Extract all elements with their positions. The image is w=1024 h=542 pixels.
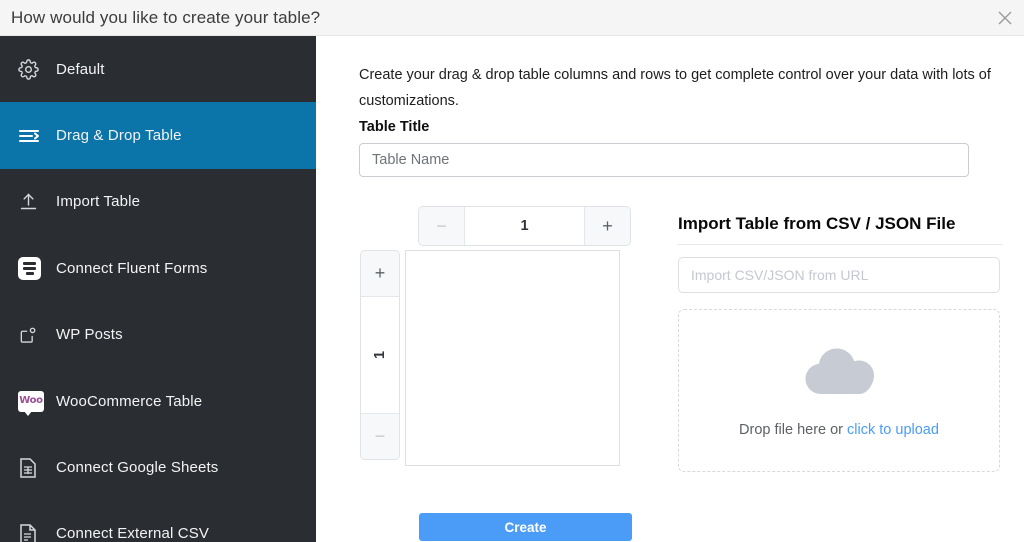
- sidebar-item-wp-posts[interactable]: WP Posts: [0, 302, 316, 368]
- sidebar-item-label: Connect Fluent Forms: [56, 259, 208, 277]
- sidebar-item-label: Drag & Drop Table: [56, 127, 182, 145]
- gear-icon: [18, 56, 48, 82]
- row-increment-button[interactable]: +: [361, 251, 399, 297]
- external-csv-icon: [18, 521, 48, 542]
- close-icon: [998, 11, 1012, 25]
- row-count-text: 1: [371, 350, 388, 360]
- table-title-input[interactable]: [359, 143, 969, 177]
- drag-drop-icon: [18, 123, 48, 149]
- sidebar-item-label: WP Posts: [56, 326, 123, 344]
- column-decrement-button[interactable]: −: [419, 207, 465, 245]
- sidebar-item-connect-external-csv[interactable]: Connect External CSV: [0, 501, 316, 542]
- woocommerce-icon: Woo: [18, 388, 48, 416]
- table-title-label: Table Title: [359, 119, 430, 135]
- woo-badge-text: Woo: [19, 395, 43, 407]
- close-button[interactable]: [991, 4, 1019, 32]
- sidebar-item-connect-google-sheets[interactable]: Connect Google Sheets: [0, 434, 316, 500]
- wp-posts-icon: [18, 322, 48, 348]
- sidebar-item-import-table[interactable]: Import Table: [0, 169, 316, 235]
- table-grid-preview[interactable]: [405, 250, 620, 466]
- sidebar: Default Drag & Drop Table Import Table C…: [0, 36, 316, 542]
- sidebar-item-drag-drop-table[interactable]: Drag & Drop Table: [0, 102, 316, 169]
- sidebar-item-label: Connect Google Sheets: [56, 459, 219, 477]
- main-content: Create your drag & drop table columns an…: [316, 36, 1024, 542]
- column-count-value: 1: [465, 207, 584, 245]
- fluent-forms-icon: [18, 255, 48, 281]
- cloud-upload-icon: [803, 344, 875, 405]
- google-sheets-icon: [18, 455, 48, 481]
- import-panel: Import Table from CSV / JSON File Drop f…: [678, 214, 1002, 472]
- row-count-value: 1: [361, 297, 399, 413]
- modal-header: How would you like to create your table?: [0, 0, 1024, 36]
- dropzone-text: Drop file here or click to upload: [739, 422, 939, 438]
- sidebar-item-default[interactable]: Default: [0, 36, 316, 102]
- create-button[interactable]: Create: [419, 513, 632, 541]
- sidebar-item-connect-fluent-forms[interactable]: Connect Fluent Forms: [0, 235, 316, 301]
- column-increment-button[interactable]: +: [584, 207, 630, 245]
- description-text: Create your drag & drop table columns an…: [359, 67, 991, 109]
- sidebar-item-label: WooCommerce Table: [56, 392, 203, 410]
- modal-body: Default Drag & Drop Table Import Table C…: [0, 36, 1024, 542]
- import-heading: Import Table from CSV / JSON File: [678, 214, 1002, 245]
- sidebar-item-label: Default: [56, 60, 105, 78]
- sidebar-item-woocommerce-table[interactable]: Woo WooCommerce Table: [0, 368, 316, 434]
- file-dropzone[interactable]: Drop file here or click to upload: [678, 309, 1000, 472]
- column-stepper: − 1 +: [418, 206, 631, 246]
- row-stepper: + 1 −: [360, 250, 400, 460]
- page-title: How would you like to create your table?: [11, 7, 321, 27]
- dropzone-static-text: Drop file here or: [739, 421, 848, 438]
- click-to-upload-link[interactable]: click to upload: [847, 422, 939, 438]
- row-decrement-button[interactable]: −: [361, 413, 399, 459]
- sidebar-item-label: Connect External CSV: [56, 525, 210, 542]
- sidebar-item-label: Import Table: [56, 193, 141, 211]
- upload-icon: [18, 189, 48, 215]
- import-url-input[interactable]: [678, 257, 1000, 293]
